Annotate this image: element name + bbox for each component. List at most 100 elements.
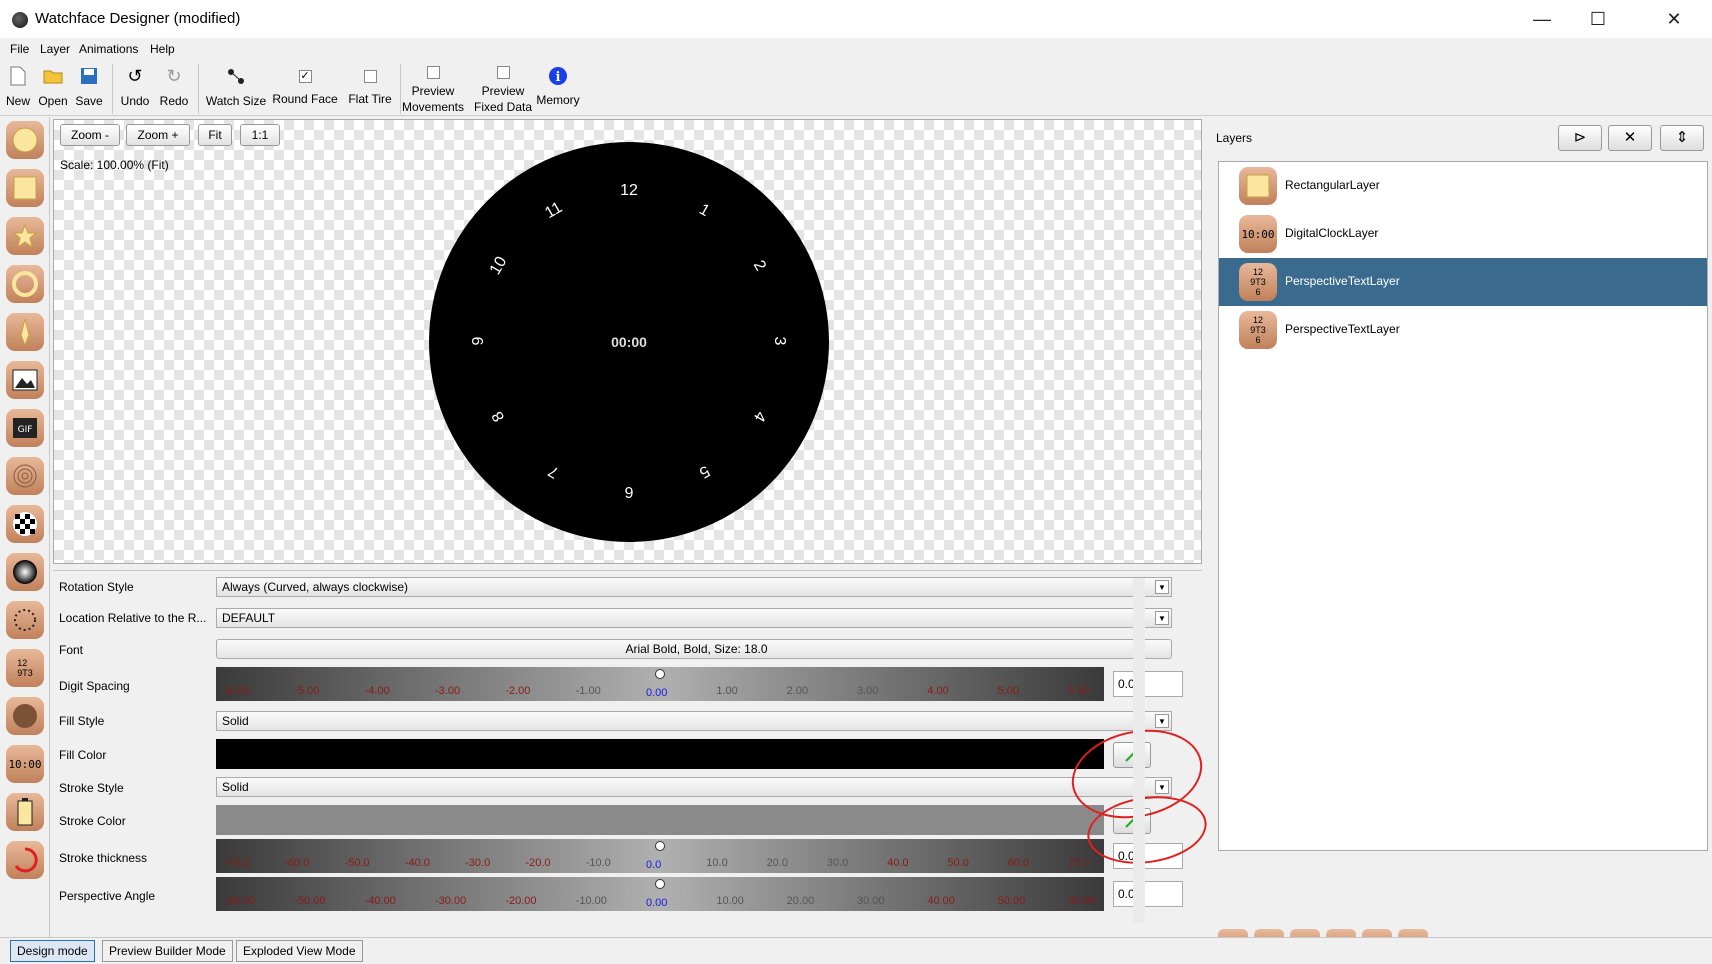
slider-tick-label: -20.0 — [525, 857, 551, 869]
layer-list[interactable]: RectangularLayer 10:00 DigitalClockLayer… — [1218, 161, 1708, 851]
collapse-panel-button[interactable]: ⊳ — [1558, 125, 1602, 151]
app-icon — [12, 12, 28, 28]
slider-knob[interactable] — [655, 841, 665, 851]
rotation-style-dropdown[interactable]: Always (Curved, always clockwise) ▼ — [216, 577, 1172, 597]
undo-button[interactable]: ↺ Undo — [116, 60, 154, 116]
add-star-tool[interactable] — [6, 217, 44, 255]
rotation-style-value: Always (Curved, always clockwise) — [222, 580, 409, 594]
preview-builder-mode-tab[interactable]: Preview Builder Mode — [102, 940, 233, 962]
actual-size-button[interactable]: 1:1 — [240, 124, 280, 146]
slider-tick-label: -10.0 — [585, 857, 611, 869]
menu-layer[interactable]: Layer — [40, 42, 70, 56]
round-face-checkbox[interactable]: ✓ — [295, 66, 315, 86]
canvas-preview[interactable]: Zoom - Zoom + Fit 1:1 Scale: 100.00% (Fi… — [53, 119, 1202, 564]
collapse-icon: ✕ — [1623, 129, 1637, 146]
add-circle-tool[interactable] — [6, 121, 44, 159]
layer-item[interactable]: RectangularLayer — [1219, 162, 1707, 210]
round-face-toggle[interactable]: ✓ Round Face — [270, 60, 340, 116]
add-gif-tool[interactable]: GIF — [6, 409, 44, 447]
hour-numeral: 12 — [620, 182, 638, 199]
add-concentric-tool[interactable] — [6, 457, 44, 495]
layers-title: Layers — [1216, 131, 1253, 145]
flat-tire-checkbox[interactable] — [360, 66, 380, 86]
digital-clock-icon: 10:00 — [8, 757, 42, 771]
expand-all-button[interactable]: ⇕ — [1660, 125, 1704, 151]
watch-size-button[interactable]: Watch Size — [204, 60, 268, 116]
redo-button[interactable]: ↻ Redo — [156, 60, 192, 116]
new-button[interactable]: New — [2, 60, 34, 116]
save-label: Save — [75, 94, 103, 108]
digit-spacing-input[interactable]: 0.00 — [1113, 671, 1183, 697]
hour-numeral: 10 — [486, 253, 511, 278]
menu-help[interactable]: Help — [150, 42, 175, 56]
preview-movements-checkbox[interactable] — [423, 62, 443, 82]
fit-button[interactable]: Fit — [198, 124, 232, 146]
font-button[interactable]: Arial Bold, Bold, Size: 18.0 — [216, 639, 1172, 659]
preview-fixed-data-checkbox[interactable] — [493, 62, 513, 82]
slider-tick-label: -30.0 — [465, 857, 491, 869]
undo-label: Undo — [120, 94, 150, 108]
add-hand-tool[interactable] — [6, 313, 44, 351]
hour-numeral: 9 — [470, 336, 487, 346]
add-rectangle-tool[interactable] — [6, 169, 44, 207]
circle-icon — [12, 127, 38, 153]
stroke-style-value: Solid — [222, 780, 249, 794]
add-checker-tool[interactable] — [6, 505, 44, 543]
add-perspective-text-tool[interactable]: 12 9T3 — [6, 649, 44, 687]
zoom-out-button[interactable]: Zoom - — [60, 124, 120, 146]
slider-zero-label: 0.00 — [646, 897, 668, 909]
properties-scrollbar[interactable] — [1133, 578, 1145, 923]
layer-item-selected[interactable]: 12 9T3 6 PerspectiveTextLayer — [1219, 258, 1707, 306]
slider-tick-label: 3.00 — [857, 685, 879, 697]
battery-icon — [17, 798, 33, 826]
toolbar: New Open Save ↺ Undo ↻ Redo Watch Size ✓… — [0, 60, 1712, 116]
stroke-color-swatch[interactable] — [216, 805, 1104, 835]
add-digital-clock-tool[interactable]: 10:00 — [6, 745, 44, 783]
digit-spacing-slider[interactable]: -6.00 -5.00 -4.00 -3.00 -2.00 -1.00 0.00 1.00 2.… — [216, 667, 1104, 701]
add-textured-circle-tool[interactable] — [6, 697, 44, 735]
memory-button[interactable]: i Memory — [536, 60, 580, 116]
menu-animations[interactable]: Animations — [79, 42, 138, 56]
add-battery-tool[interactable] — [6, 793, 44, 831]
slider-knob[interactable] — [655, 669, 665, 679]
add-dots-ring-tool[interactable] — [6, 601, 44, 639]
undo-icon: ↺ — [127, 65, 143, 86]
location-value: DEFAULT — [222, 611, 276, 625]
fill-color-swatch[interactable] — [216, 739, 1104, 769]
watch-face[interactable]: 00:00 12 1 2 3 4 5 6 7 8 9 10 11 — [429, 142, 829, 542]
add-ring-tool[interactable] — [6, 265, 44, 303]
zoom-in-button[interactable]: Zoom + — [126, 124, 190, 146]
add-arc-tool[interactable] — [6, 841, 44, 879]
save-button[interactable]: Save — [72, 60, 106, 116]
add-image-tool[interactable] — [6, 361, 44, 399]
minimize-button[interactable]: — — [1514, 0, 1570, 38]
stroke-thickness-slider[interactable]: -70.0 -60.0 -50.0 -40.0 -30.0 -20.0 -10.0 0.0 10… — [216, 839, 1104, 873]
stroke-style-label: Stroke Style — [59, 781, 124, 795]
slider-tick-label: -50.0 — [344, 857, 370, 869]
preview-fixed-label-1: Preview — [481, 84, 525, 98]
perspective-angle-input[interactable]: 0.00 — [1113, 881, 1183, 907]
preview-fixed-data-toggle[interactable]: Preview Fixed Data — [472, 60, 534, 116]
watch-size-label: Watch Size — [205, 94, 267, 108]
location-dropdown[interactable]: DEFAULT ▼ — [216, 608, 1172, 628]
stroke-style-dropdown[interactable]: Solid ▼ — [216, 777, 1172, 797]
collapse-all-button[interactable]: ✕ — [1608, 125, 1652, 151]
slider-tick-label: -5.00 — [294, 685, 320, 697]
slider-knob[interactable] — [655, 879, 665, 889]
open-button[interactable]: Open — [36, 60, 70, 116]
layer-item[interactable]: 10:00 DigitalClockLayer — [1219, 210, 1707, 258]
flat-tire-toggle[interactable]: Flat Tire — [342, 60, 398, 116]
add-gradient-tool[interactable] — [6, 553, 44, 591]
fill-style-dropdown[interactable]: Solid ▼ — [216, 711, 1172, 731]
menu-file[interactable]: File — [10, 42, 29, 56]
stroke-color-label: Stroke Color — [59, 814, 126, 828]
maximize-button[interactable]: ☐ — [1570, 0, 1626, 38]
perspective-angle-slider[interactable]: -60.00 -50.00 -40.00 -30.00 -20.00 -10.00 0.00… — [216, 877, 1104, 911]
preview-movements-toggle[interactable]: Preview Movements — [400, 60, 466, 116]
layer-item[interactable]: 12 9T3 6 PerspectiveTextLayer — [1219, 306, 1707, 354]
info-icon: i — [548, 66, 568, 86]
design-mode-tab[interactable]: Design mode — [10, 940, 95, 962]
close-button[interactable]: ✕ — [1646, 0, 1702, 38]
ring-icon — [12, 271, 38, 297]
exploded-view-mode-tab[interactable]: Exploded View Mode — [236, 940, 363, 962]
